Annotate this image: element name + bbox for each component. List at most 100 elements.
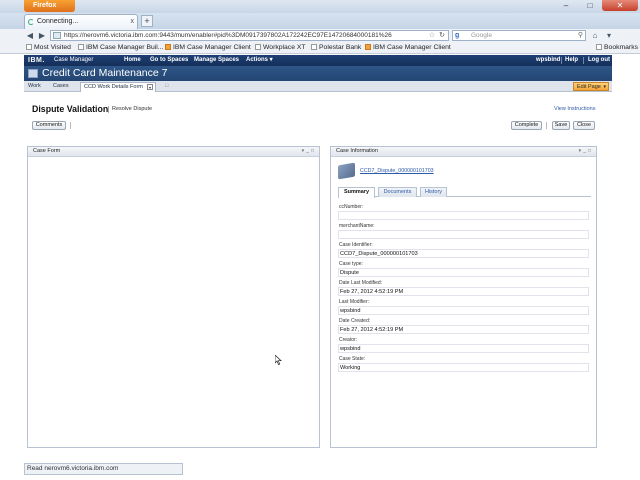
chevron-down-icon[interactable]: ▾ — [147, 84, 153, 90]
chevron-down-icon: ▾ — [603, 84, 606, 90]
page-icon — [255, 44, 261, 50]
divider — [70, 122, 71, 129]
field-label: Case State: — [339, 356, 366, 362]
case-identifier-field: CCD7_Dispute_000000101703 — [338, 249, 589, 258]
field-label: Date Last Modified: — [339, 280, 383, 286]
page-icon — [78, 44, 84, 50]
status-bar: Read nerovm6.victoria.ibm.com — [24, 463, 183, 475]
space-icon — [28, 69, 38, 78]
space-title: Credit Card Maintenance 7 — [42, 67, 168, 79]
field-label: ccNumber: — [339, 204, 364, 210]
search-placeholder: Google — [471, 32, 492, 39]
help-link[interactable]: Help — [565, 55, 578, 66]
window-controls: – □ ✕ — [554, 0, 638, 12]
edit-page-label: Edit Page — [577, 84, 601, 90]
tab-label: CCD Work Details Form — [84, 84, 143, 90]
google-icon[interactable]: g — [455, 31, 459, 40]
user-name[interactable]: wpsbind — [536, 55, 560, 66]
case-state-field: Working — [338, 363, 589, 372]
panel-title: Case Information — [336, 148, 378, 154]
bookmark-star-icon[interactable]: ☆ — [429, 31, 435, 40]
bookmark-item[interactable]: IBM Case Manager Client — [365, 42, 451, 54]
case-type-field: Dispute — [338, 268, 589, 277]
forward-button[interactable]: ▶ — [37, 30, 47, 41]
panel-header: Case Form ▾_□ — [28, 147, 319, 157]
search-bar[interactable]: g Google ⚲ — [452, 30, 586, 41]
case-manager-app: IBM. Case Manager Home Go to Spaces Mana… — [24, 55, 612, 463]
app-banner: IBM. Case Manager Home Go to Spaces Mana… — [24, 55, 612, 66]
maximize-icon[interactable]: □ — [588, 148, 593, 154]
case-id-link[interactable]: CCD7_Dispute_000000101703 — [360, 168, 434, 174]
tab-history[interactable]: History — [420, 187, 447, 197]
close-window-icon[interactable]: ✕ — [602, 0, 638, 11]
case-information-panel: Case Information ▾_□ CCD7_Dispute_000000… — [330, 146, 597, 448]
tab-work-details-form[interactable]: CCD Work Details Form ▾ — [80, 82, 156, 92]
panel-tools: ▾_□ — [579, 147, 593, 156]
add-tab-icon[interactable]: □ — [165, 81, 168, 91]
bookmark-item[interactable]: Polestar Bank — [311, 42, 361, 54]
space-header: Credit Card Maintenance 7 — [24, 66, 612, 81]
bookmark-item[interactable]: IBM Case Manager Buil... — [78, 42, 163, 54]
bookmarks-menu[interactable]: Bookmarks — [596, 42, 638, 54]
ibm-icon — [165, 44, 171, 50]
ibm-icon — [365, 44, 371, 50]
tab-close-icon[interactable]: x — [131, 15, 135, 28]
search-icon[interactable]: ⚲ — [578, 31, 583, 40]
maximize-icon[interactable]: □ — [578, 0, 602, 11]
close-button[interactable]: Close — [573, 121, 595, 130]
bookmark-most-visited[interactable]: Most Visited — [26, 42, 71, 54]
bookmark-menu-icon[interactable]: ▾ — [603, 30, 615, 41]
bookmarks-icon — [596, 44, 602, 50]
nav-actions-menu[interactable]: Actions ▾ — [246, 55, 273, 66]
home-icon[interactable]: ⌂ — [589, 30, 601, 41]
field-label: Last Modifier: — [339, 299, 370, 305]
tab-documents[interactable]: Documents — [378, 187, 417, 197]
logout-link[interactable]: Log out — [588, 55, 610, 66]
divider — [108, 106, 109, 113]
site-identity-icon[interactable] — [53, 32, 61, 39]
tab-cases[interactable]: Cases — [53, 81, 69, 91]
field-label: merchantName: — [339, 223, 375, 229]
url-bar[interactable]: https://nerovm6.victoria.ibm.com:9443/mu… — [50, 30, 449, 41]
complete-button[interactable]: Complete — [511, 121, 542, 130]
case-info-tabs: Summary Documents History — [338, 187, 591, 198]
page-subtitle: Resolve Dispute — [112, 106, 153, 112]
new-tab-button[interactable]: + — [141, 15, 153, 27]
field-label: Case type: — [339, 261, 363, 267]
save-button[interactable]: Save — [552, 121, 570, 130]
title-bar: Firefox – □ ✕ — [0, 0, 640, 13]
page-icon — [311, 44, 317, 50]
page-title: Dispute Validation — [32, 104, 109, 114]
product-name: Case Manager — [54, 57, 94, 63]
date-created-field: Feb 27, 2012 4:52:19 PM — [338, 325, 589, 334]
field-label: Date Created: — [339, 318, 371, 324]
creator-field: wpsbind — [338, 344, 589, 353]
page-tab-bar: Work Cases CCD Work Details Form ▾ □ Edi… — [24, 81, 612, 92]
bookmark-item[interactable]: IBM Case Manager Client — [165, 42, 251, 54]
back-button[interactable]: ◀ — [24, 30, 36, 41]
edit-page-button[interactable]: Edit Page ▾ — [573, 82, 609, 91]
firefox-menu-button[interactable]: Firefox — [24, 0, 75, 12]
view-instructions-link[interactable]: View Instructions — [554, 106, 595, 112]
reload-icon[interactable]: ↻ — [439, 31, 445, 40]
nav-go-to-spaces-link[interactable]: Go to Spaces — [150, 55, 188, 66]
nav-manage-spaces-link[interactable]: Manage Spaces — [194, 55, 239, 66]
case-form-panel: Case Form ▾_□ — [27, 146, 320, 448]
maximize-icon[interactable]: □ — [311, 148, 316, 154]
tab-title: Connecting... — [37, 18, 79, 25]
nav-home-link[interactable]: Home — [124, 55, 141, 66]
minimize-icon[interactable]: – — [554, 0, 578, 11]
date-last-modified-field: Feb 27, 2012 4:52:19 PM — [338, 287, 589, 296]
panel-header: Case Information ▾_□ — [331, 147, 596, 157]
bookmark-icon — [26, 44, 32, 50]
browser-tab[interactable]: Connecting... x — [24, 14, 138, 29]
url-text: https://nerovm6.victoria.ibm.com:9443/mu… — [64, 32, 392, 39]
comments-button[interactable]: Comments — [32, 121, 66, 130]
tab-summary[interactable]: Summary — [338, 187, 375, 198]
field-label: Creator: — [339, 337, 358, 343]
divider — [561, 57, 562, 64]
merchant-name-field — [338, 230, 589, 239]
tab-work[interactable]: Work — [28, 81, 41, 91]
bookmark-item[interactable]: Workplace XT — [255, 42, 306, 54]
divider — [583, 57, 584, 64]
